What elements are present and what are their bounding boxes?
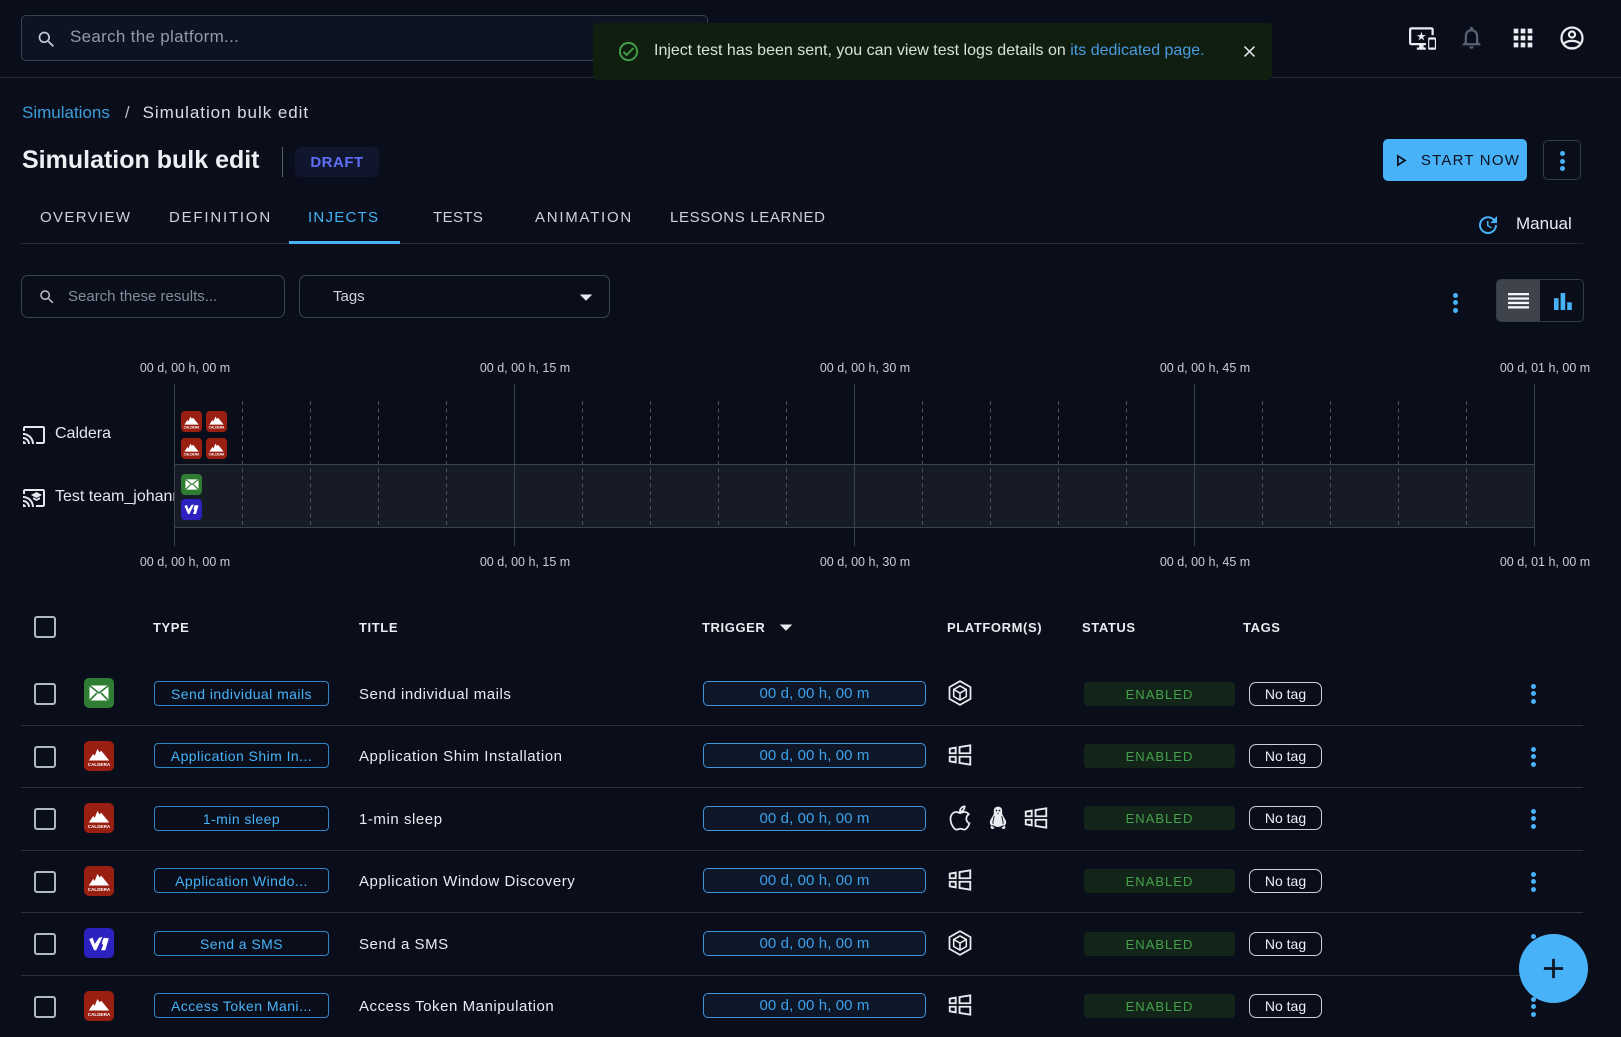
svg-text:CALDERA: CALDERA: [88, 887, 111, 892]
svg-text:CALDERA: CALDERA: [184, 425, 200, 429]
svg-text:CALDERA: CALDERA: [184, 452, 200, 456]
svg-text:CALDERA: CALDERA: [209, 425, 225, 429]
svg-text:CALDERA: CALDERA: [88, 824, 111, 829]
svg-text:CALDERA: CALDERA: [88, 762, 111, 767]
svg-text:CALDERA: CALDERA: [88, 1012, 111, 1017]
svg-text:CALDERA: CALDERA: [209, 452, 225, 456]
